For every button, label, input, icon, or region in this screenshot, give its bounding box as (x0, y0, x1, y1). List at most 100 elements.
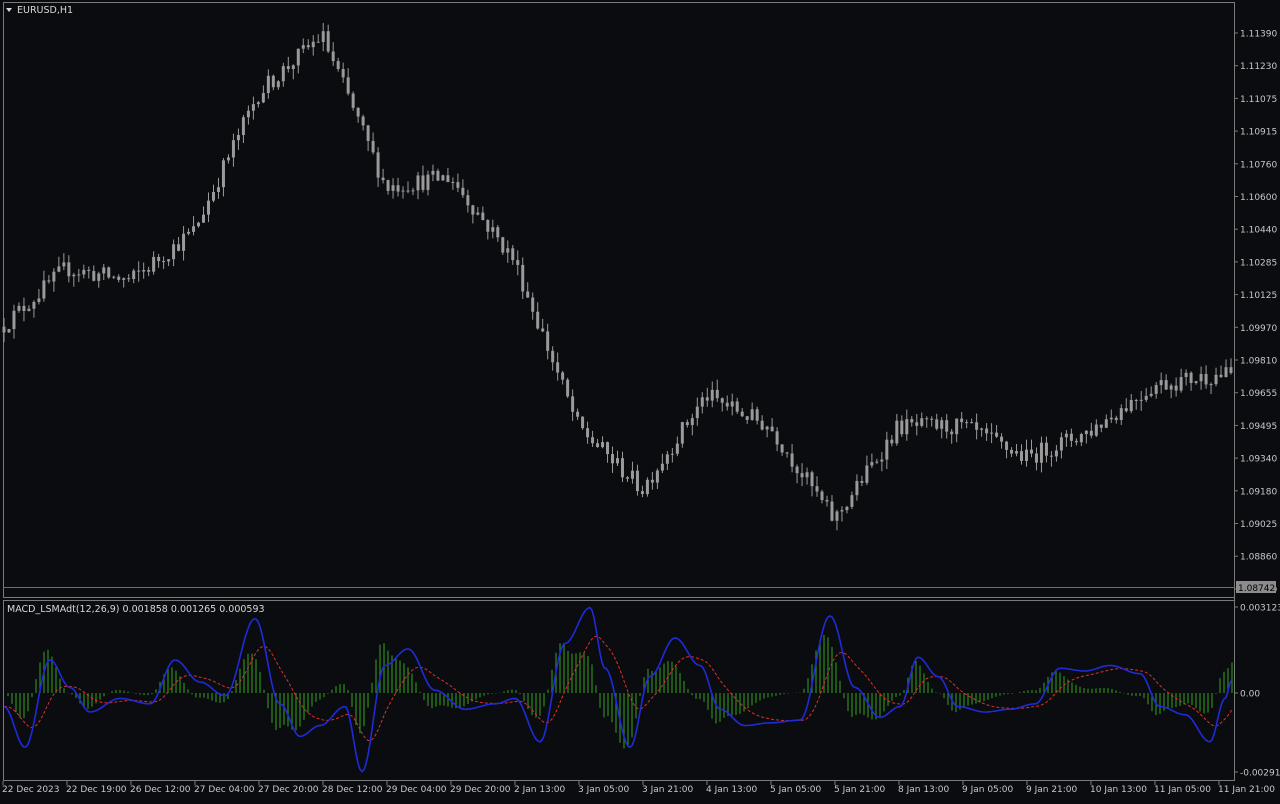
time-label: 11 Jan 21:00 (1218, 785, 1275, 795)
candle-body (431, 170, 435, 175)
candle-body (167, 259, 171, 262)
candle-body (760, 420, 764, 430)
price-label: 1.09655 (1240, 389, 1277, 399)
candle-body (755, 409, 759, 421)
candle-body (192, 226, 196, 232)
candle-body (316, 41, 320, 43)
candle-body (890, 439, 894, 444)
candle-body (930, 418, 934, 420)
candle-body (1015, 451, 1019, 454)
time-label: 11 Jan 05:00 (1154, 785, 1211, 795)
candle-body (630, 470, 634, 479)
candle-body (1164, 380, 1168, 390)
candle-body (1074, 440, 1078, 443)
candle-body (511, 248, 515, 261)
candle-body (426, 174, 430, 190)
candle-body (1084, 430, 1088, 435)
candle-body (1209, 384, 1213, 386)
candle-body (880, 459, 884, 462)
price-label: 1.11075 (1240, 95, 1277, 105)
candle-body (281, 66, 285, 82)
candle-body (306, 45, 310, 48)
candle-body (436, 170, 440, 181)
candle-body (1079, 434, 1083, 443)
candle-body (995, 432, 999, 437)
candle-body (650, 479, 654, 483)
candle-body (675, 443, 679, 454)
time-label: 26 Dec 12:00 (130, 785, 191, 795)
candle-body (202, 214, 206, 223)
indicator-level-label: 0.00 (1240, 690, 1260, 700)
candle-body (386, 180, 390, 191)
time-label: 2 Jan 13:00 (514, 785, 566, 795)
candle-body (1039, 442, 1043, 463)
candle-body (900, 420, 904, 435)
candle-body (67, 262, 71, 277)
candle-body (606, 442, 610, 455)
candle-body (27, 308, 31, 312)
candle-body (705, 397, 709, 401)
candle-body (780, 444, 784, 453)
candle-body (391, 185, 395, 191)
candle-body (591, 437, 595, 444)
time-label: 5 Jan 21:00 (834, 785, 886, 795)
trading-chart[interactable]: EURUSD,H1 MACD_LSMAdt(12,26,9) 0.001858 … (0, 0, 1280, 800)
candle-body (1114, 417, 1118, 421)
candle-body (1034, 453, 1038, 463)
candle-body (92, 270, 96, 281)
candle-body (581, 416, 585, 429)
candle-body (690, 418, 694, 426)
time-label: 4 Jan 13:00 (706, 785, 758, 795)
candle-body (750, 409, 754, 420)
candle-body (1214, 374, 1218, 385)
candle-body (810, 472, 814, 487)
candle-body (1059, 437, 1063, 451)
candle-body (1134, 399, 1138, 401)
candle-body (1064, 433, 1068, 438)
candle-body (1109, 417, 1113, 420)
candle-body (1054, 450, 1058, 457)
price-label: 1.10285 (1240, 258, 1277, 268)
candle-body (1219, 374, 1223, 378)
candle-body (1025, 449, 1028, 461)
candle-body (496, 227, 500, 238)
candle-body (356, 107, 360, 117)
candle-body (341, 69, 345, 78)
price-label: 1.09495 (1240, 422, 1277, 432)
time-label: 3 Jan 21:00 (642, 785, 694, 795)
candle-body (850, 495, 854, 507)
candle-body (241, 117, 245, 136)
candle-body (1184, 372, 1188, 378)
candle-body (112, 276, 116, 278)
candle-body (730, 401, 734, 407)
candle-body (620, 458, 624, 478)
candle-body (466, 195, 470, 206)
candle-body (177, 244, 181, 251)
candle-body (1094, 424, 1098, 436)
candle-body (715, 389, 719, 399)
candle-body (521, 264, 525, 292)
candle-body (985, 428, 989, 434)
candle-body (461, 187, 465, 196)
candle-body (955, 418, 959, 435)
candle-body (586, 428, 590, 438)
candle-body (162, 261, 166, 263)
candle-body (576, 411, 580, 417)
candle-body (945, 420, 949, 432)
candle-body (950, 431, 954, 435)
candle-body (1069, 433, 1073, 441)
candle-body (221, 160, 225, 188)
candle-body (2, 326, 6, 333)
candle-body (1224, 367, 1228, 378)
candle-body (556, 362, 560, 373)
candle-body (1169, 385, 1173, 390)
candle-body (1179, 377, 1183, 391)
time-label: 9 Jan 21:00 (1026, 785, 1078, 795)
candle-body (172, 244, 176, 260)
candle-body (231, 140, 235, 158)
candle-body (940, 420, 944, 429)
candle-body (1199, 373, 1203, 382)
candle-body (965, 422, 969, 424)
candle-body (1029, 449, 1033, 454)
candle-body (351, 93, 355, 108)
